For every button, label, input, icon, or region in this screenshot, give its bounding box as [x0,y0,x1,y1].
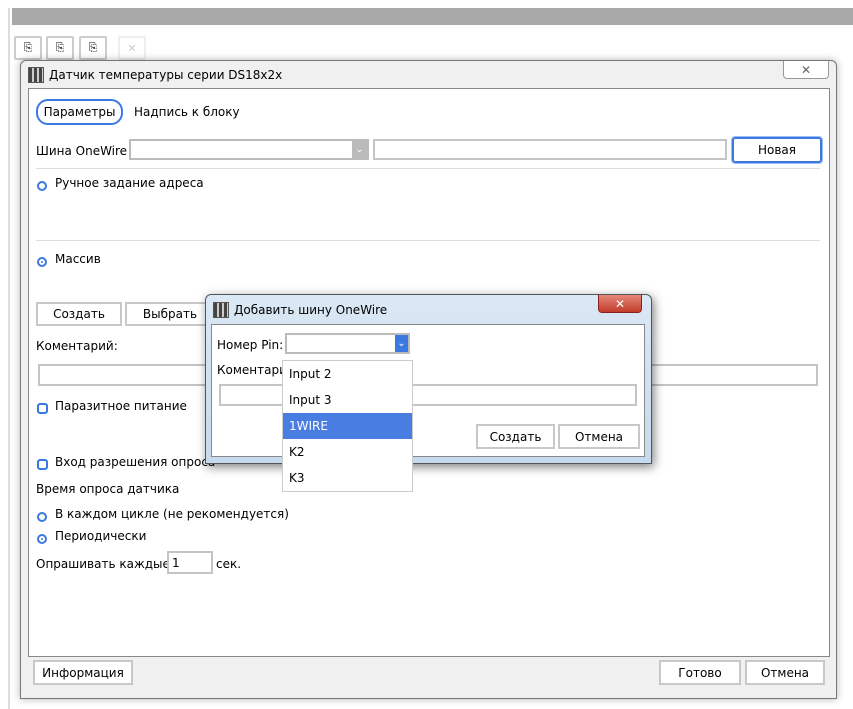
pin-dropdown-list: Input 2 Input 3 1WIRE K2 K3 [282,360,413,492]
tab-parameters[interactable]: Параметры [36,99,123,125]
tab-block-label[interactable]: Надпись к блоку [134,105,240,119]
poll-every-field[interactable]: 1 [167,551,213,574]
manual-address-radio[interactable] [37,181,47,191]
cancel-button[interactable]: Отмена [745,660,825,685]
periodic-radio[interactable] [37,534,47,544]
pin-option-selected[interactable]: 1WIRE [283,413,412,439]
done-button[interactable]: Готово [659,660,741,685]
background-left-border [8,8,10,709]
every-cycle-label: В каждом цикле (не рекомендуется) [55,507,289,521]
divider [36,240,820,241]
poll-enable-label: Вход разрешения опроса [55,455,216,469]
poll-every-unit: сек. [216,557,242,571]
new-bus-button[interactable]: Новая [731,136,823,164]
bus-select[interactable]: ⌄ [129,139,369,160]
poll-every-value: 1 [172,556,180,570]
close-button[interactable]: ✕ [783,61,829,79]
poll-time-label: Время опроса датчика [36,482,180,496]
dialog-icon [213,302,229,318]
divider [36,168,820,169]
block-icon: ⎘ [23,41,33,54]
add-bus-dialog-title: Добавить шину OneWire [234,303,388,317]
chevron-down-icon: ⌄ [395,335,408,352]
bus-name-field[interactable] [373,139,727,160]
add-bus-close-button[interactable]: ✕ [598,295,642,313]
pin-option[interactable]: K2 [283,439,412,465]
chevron-down-icon: ⌄ [352,141,367,158]
sub-create-button[interactable]: Создать [476,424,555,449]
pin-option[interactable]: Input 2 [283,361,412,387]
array-label: Массив [55,252,101,266]
toolbar-block-button-1[interactable]: ⎘ [14,36,42,60]
every-cycle-radio[interactable] [37,512,47,522]
parasitic-power-label: Паразитное питание [55,399,187,413]
background-titlebar [12,8,853,25]
array-radio[interactable] [37,257,47,267]
periodic-label: Периодически [55,529,147,543]
pin-select[interactable]: ⌄ [285,333,410,354]
pin-label: Номер Pin: [217,338,284,352]
pin-option[interactable]: K3 [283,465,412,491]
poll-every-label: Опрашивать каждые [36,557,170,571]
info-button[interactable]: Информация [33,660,133,685]
sub-cancel-button[interactable]: Отмена [558,424,640,449]
block-icon: ⎘ [88,41,98,54]
dialog-title: Датчик температуры серии DS18x2x [49,68,283,82]
block-icon: ⎘ [55,41,65,54]
dialog-icon [28,67,44,83]
toolbar-block-button-2[interactable]: ⎘ [46,36,74,60]
bus-label: Шина OneWire [36,144,128,158]
parasitic-power-checkbox[interactable] [37,403,48,414]
manual-address-label: Ручное задание адреса [55,176,204,190]
pin-option[interactable]: Input 3 [283,387,412,413]
poll-enable-checkbox[interactable] [37,459,48,470]
toolbar-block-button-3[interactable]: ⎘ [79,36,107,60]
create-button[interactable]: Создать [36,302,122,326]
toolbar-delete-button[interactable]: ✕ [118,36,146,60]
comment-label: Коментарий: [36,339,118,353]
select-button[interactable]: Выбрать [125,302,215,326]
